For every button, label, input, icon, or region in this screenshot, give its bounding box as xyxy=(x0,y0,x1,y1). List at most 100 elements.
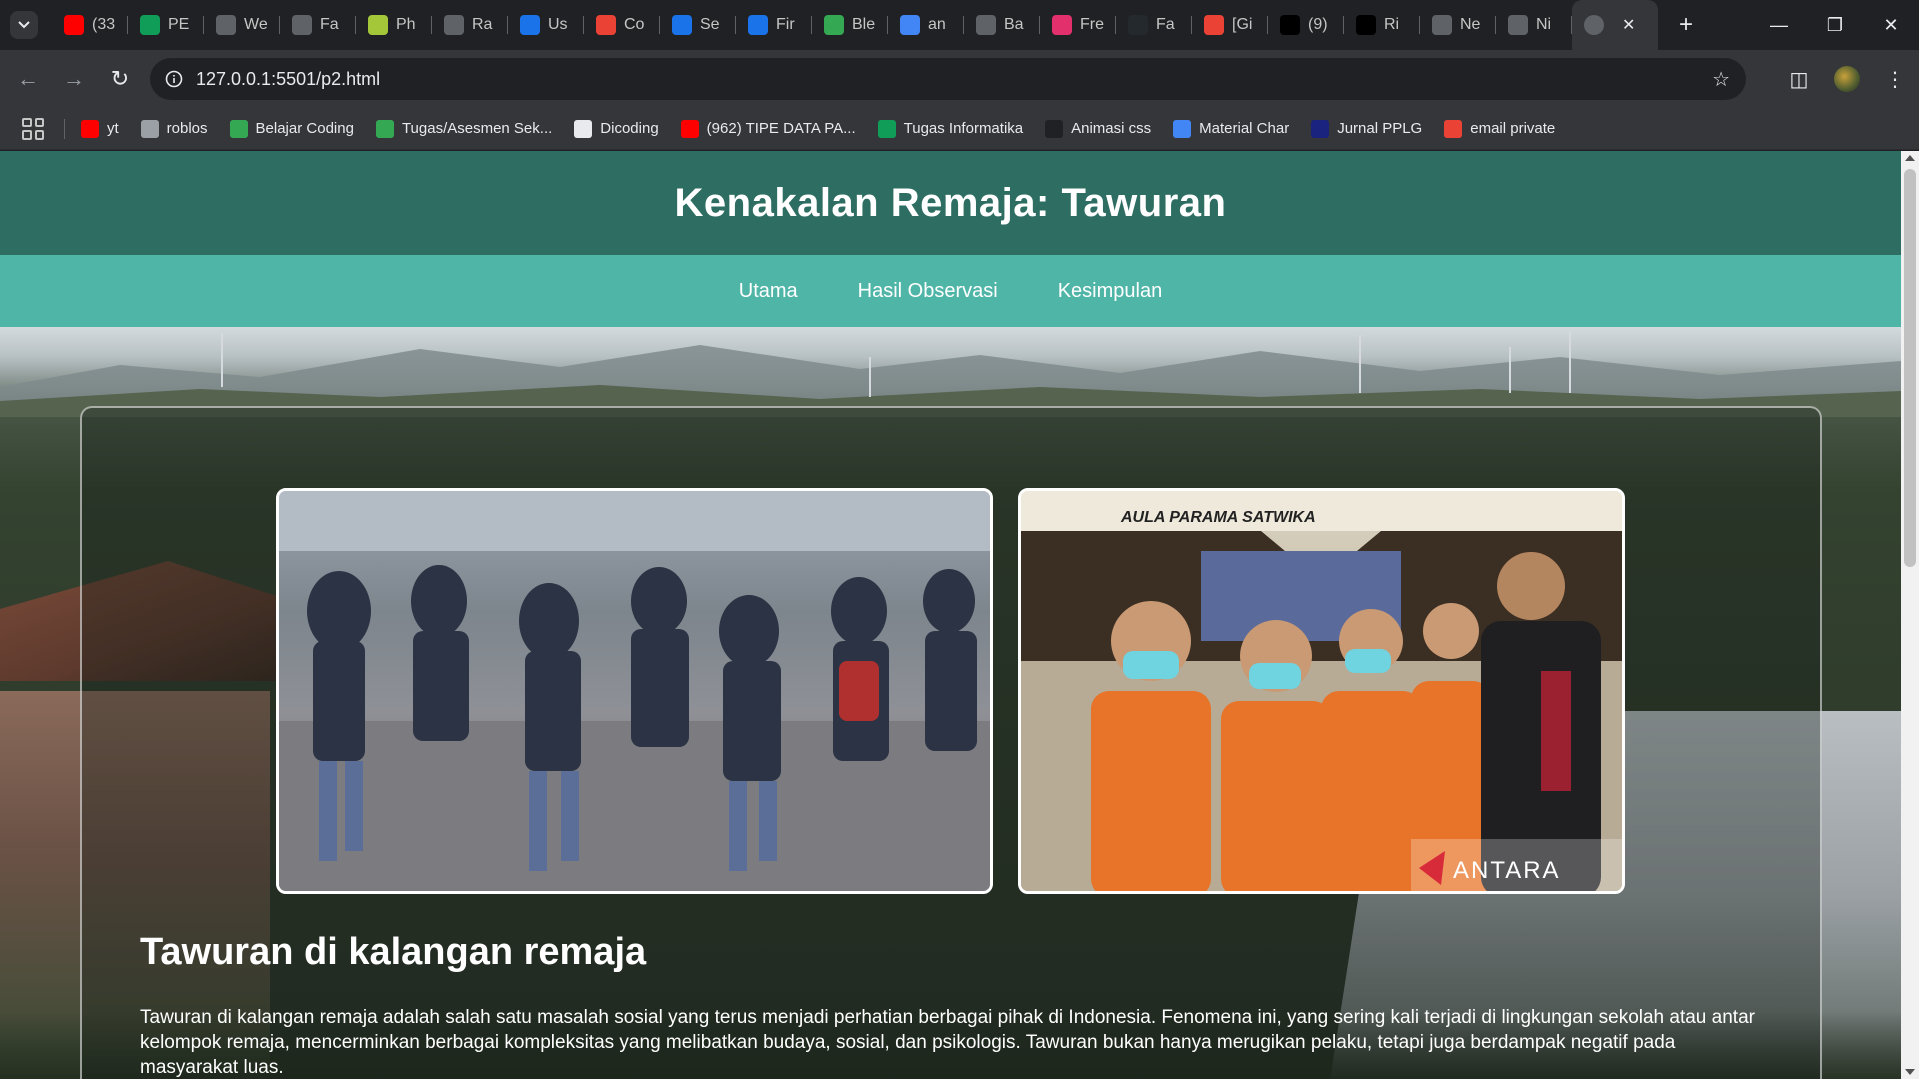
brawl-photo-illustration xyxy=(279,491,990,891)
globe-icon xyxy=(292,15,312,35)
globe-icon xyxy=(216,15,236,35)
browser-tab[interactable]: We xyxy=(204,0,280,50)
browser-toolbar: ← → ↻ 127.0.0.1:5501/p2.html ☆ ◫ ⋮ xyxy=(0,50,1919,108)
restore-button[interactable]: ❐ xyxy=(1807,0,1863,50)
youtube-icon xyxy=(64,15,84,35)
scroll-up-arrow-icon[interactable] xyxy=(1905,155,1915,161)
bookmarks-bar: yt roblos Belajar Coding Tugas/Asesmen Sek.… xyxy=(0,108,1919,150)
browser-tab[interactable]: Ri xyxy=(1344,0,1420,50)
person-icon xyxy=(444,15,464,35)
page-scrollbar[interactable] xyxy=(1901,151,1919,1079)
browser-tab[interactable]: Ba xyxy=(964,0,1040,50)
gmail-icon xyxy=(1204,15,1224,35)
bookmark-item[interactable]: roblos xyxy=(140,119,208,138)
bookmark-item[interactable]: Animasi css xyxy=(1045,119,1151,138)
browser-tab[interactable]: PE xyxy=(128,0,204,50)
forward-button[interactable]: → xyxy=(54,59,94,99)
game-icon xyxy=(1356,15,1376,35)
browser-tab[interactable]: Fre xyxy=(1040,0,1116,50)
browser-tab[interactable]: Ph xyxy=(356,0,432,50)
browser-tab[interactable]: Fa xyxy=(1116,0,1192,50)
bookmark-item[interactable]: Belajar Coding xyxy=(229,119,354,138)
browser-tab[interactable]: Fir xyxy=(736,0,812,50)
tab-strip: (33 PE We Fa Ph Ra Us Co Se Fir Ble an Ba Fre Fa [Gi (9)… xyxy=(0,0,1919,50)
nav-link-hasil-observasi[interactable]: Hasil Observasi xyxy=(858,280,998,303)
bookmark-label: Jurnal PPLG xyxy=(1337,120,1423,137)
nav-link-kesimpulan[interactable]: Kesimpulan xyxy=(1058,280,1163,303)
address-bar[interactable]: 127.0.0.1:5501/p2.html ☆ xyxy=(150,58,1746,100)
browser-tab[interactable]: (33 xyxy=(52,0,128,50)
bookmark-item[interactable]: Tugas/Asesmen Sek... xyxy=(375,119,552,138)
new-tab-button[interactable]: + xyxy=(1670,9,1702,41)
url-text[interactable]: 127.0.0.1:5501/p2.html xyxy=(196,69,380,90)
bookmark-item[interactable]: Tugas Informatika xyxy=(877,119,1023,138)
profile-avatar[interactable] xyxy=(1834,66,1860,92)
tab-search-button[interactable] xyxy=(10,11,38,39)
browser-tab[interactable]: an xyxy=(888,0,964,50)
dicoding-icon xyxy=(574,119,593,138)
browser-tab[interactable]: Co xyxy=(584,0,660,50)
github-icon xyxy=(1128,15,1148,35)
nav-link-utama[interactable]: Utama xyxy=(739,280,798,303)
browser-tab[interactable]: Ne xyxy=(1420,0,1496,50)
bookmark-item[interactable]: (962) TIPE DATA PA... xyxy=(680,119,856,138)
globe-icon xyxy=(1508,15,1528,35)
tab-label: We xyxy=(244,16,268,33)
minimize-button[interactable]: — xyxy=(1751,0,1807,50)
tab-label: Co xyxy=(624,16,645,33)
flag-icon xyxy=(672,15,692,35)
browser-tab[interactable]: (9) xyxy=(1268,0,1344,50)
tab-label: Fre xyxy=(1080,16,1104,33)
bookmark-item[interactable]: yt xyxy=(81,119,119,138)
extensions-icon[interactable]: ◫ xyxy=(1775,67,1823,92)
chrome-icon xyxy=(1432,15,1452,35)
chevron-down-icon xyxy=(18,21,30,29)
browser-tab[interactable]: Ble xyxy=(812,0,888,50)
bookmark-item[interactable]: email private xyxy=(1444,119,1555,138)
browser-tab[interactable]: Se xyxy=(660,0,736,50)
close-window-button[interactable]: ✕ xyxy=(1863,0,1919,50)
browser-tab[interactable]: [Gi xyxy=(1192,0,1268,50)
arrow-right-icon: → xyxy=(63,66,85,91)
menu-kebab-icon[interactable]: ⋮ xyxy=(1871,67,1919,92)
tab-label: Ri xyxy=(1384,16,1400,33)
close-tab-icon[interactable]: ✕ xyxy=(1622,15,1635,35)
tab-label: an xyxy=(928,16,946,33)
browser-tab[interactable]: Us xyxy=(508,0,584,50)
site-info-icon[interactable] xyxy=(160,65,188,93)
w-icon xyxy=(229,119,248,138)
scroll-down-arrow-icon[interactable] xyxy=(1905,1069,1915,1075)
section-title: Tawuran di kalangan remaja xyxy=(140,931,647,973)
circle-icon xyxy=(1173,119,1192,138)
reload-button[interactable]: ↻ xyxy=(100,59,140,99)
browser-tab-active[interactable]: ✕ xyxy=(1572,0,1658,50)
tab-list: (33 PE We Fa Ph Ra Us Co Se Fir Ble an Ba Fre Fa [Gi (9)… xyxy=(52,0,1658,50)
browser-tab[interactable]: Ra xyxy=(432,0,508,50)
bookmark-item[interactable]: Jurnal PPLG xyxy=(1311,119,1423,138)
scrollbar-thumb[interactable] xyxy=(1904,169,1916,567)
bookmark-item[interactable]: Material Char xyxy=(1173,119,1289,138)
tab-label: Ph xyxy=(396,16,416,33)
tab-label: Se xyxy=(700,16,720,33)
bookmark-item[interactable]: Dicoding xyxy=(574,119,659,138)
bookmark-star-icon[interactable]: ☆ xyxy=(1712,67,1730,92)
youtube-icon xyxy=(81,119,99,138)
bookmark-label: Belajar Coding xyxy=(255,120,354,137)
back-button[interactable]: ← xyxy=(8,59,48,99)
tab-label: Fir xyxy=(776,16,795,33)
sheets-icon xyxy=(140,15,160,35)
antara-watermark: ANTARA xyxy=(1453,857,1561,884)
gmail-icon xyxy=(596,15,616,35)
instagram-icon xyxy=(1052,15,1072,35)
bookmark-label: Dicoding xyxy=(600,120,659,137)
apps-grid-icon[interactable] xyxy=(22,117,44,140)
browser-tab[interactable]: Ni xyxy=(1496,0,1572,50)
tab-label: Fa xyxy=(1156,16,1175,33)
gmail-icon xyxy=(1444,119,1463,138)
browser-tab[interactable]: Fa xyxy=(280,0,356,50)
globe-icon xyxy=(1584,15,1604,35)
arrow-left-icon: ← xyxy=(17,66,39,91)
tab-label: Ne xyxy=(1460,16,1481,33)
classroom-icon xyxy=(375,119,394,138)
arrest-photo: ANTARA AULA PARAMA SATWIKA xyxy=(1018,488,1625,894)
